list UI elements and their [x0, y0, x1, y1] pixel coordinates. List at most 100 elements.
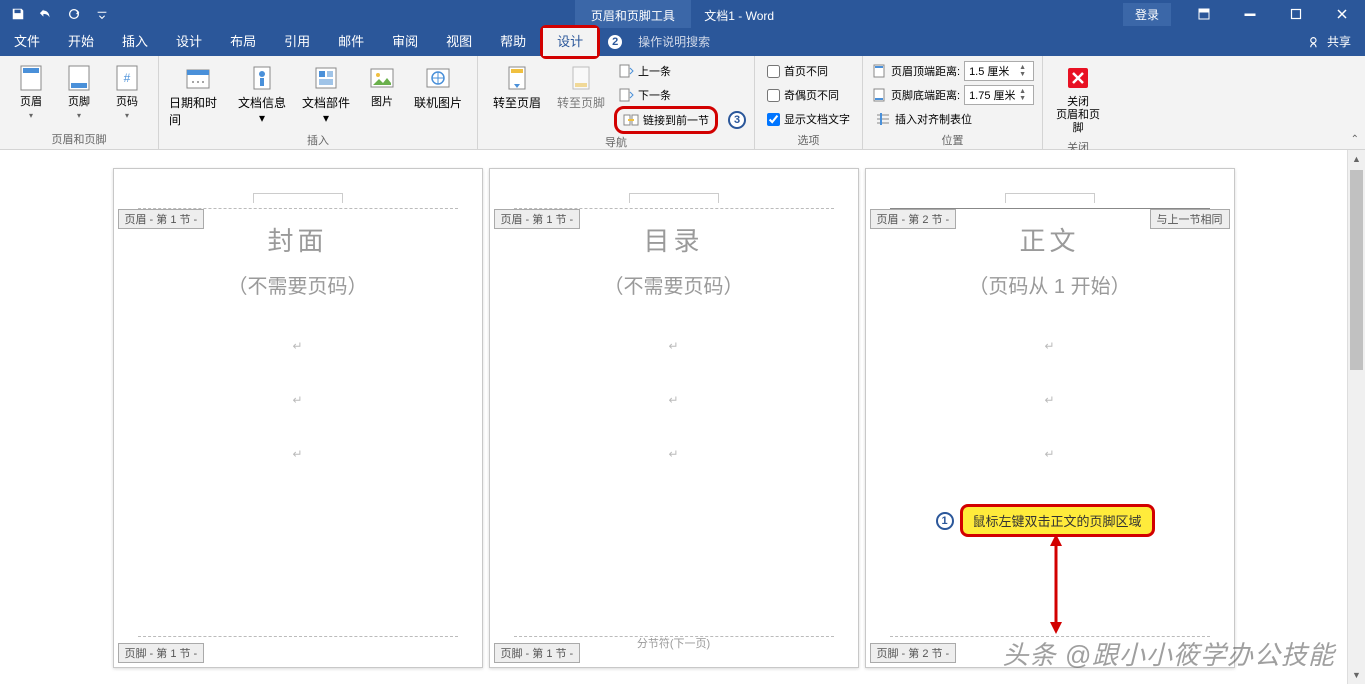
document-area: 页眉 - 第 1 节 - 封面 （不需要页码） ↵↵↵ 页脚 - 第 1 节 -…	[0, 150, 1347, 684]
same-as-previous-tag: 与上一节相同	[1150, 209, 1230, 229]
close-window-button[interactable]	[1319, 0, 1365, 28]
group-options: 首页不同 奇偶页不同 显示文档文字 选项	[755, 56, 863, 149]
link-to-previous-button[interactable]: 链接到前一节	[619, 109, 713, 131]
goto-footer-button[interactable]: 转至页脚	[550, 60, 612, 113]
footer-section-tag: 页脚 - 第 1 节 -	[118, 643, 205, 663]
doc-parts-icon	[310, 62, 342, 94]
page-subtitle: （不需要页码）	[114, 270, 482, 299]
diff-first-checkbox[interactable]: 首页不同	[763, 60, 854, 82]
tab-review[interactable]: 审阅	[378, 28, 432, 56]
footer-dist-icon	[871, 87, 887, 103]
page-subtitle: （不需要页码）	[490, 270, 858, 299]
show-doc-text-checkbox[interactable]: 显示文档文字	[763, 108, 854, 130]
group-navigation: 转至页眉 转至页脚 上一条 下一条	[478, 56, 755, 149]
qat-customize[interactable]	[90, 2, 114, 26]
align-tab-icon	[875, 111, 891, 127]
annotation-number-3: 3	[728, 111, 746, 129]
footer-distance-input[interactable]: 1.75 厘米▲▼	[964, 85, 1034, 105]
maximize-button[interactable]	[1273, 0, 1319, 28]
header-zone[interactable]	[514, 197, 834, 209]
previous-button[interactable]: 上一条	[614, 60, 746, 82]
footer-button[interactable]: 页脚▾	[56, 60, 102, 122]
scroll-thumb[interactable]	[1350, 170, 1363, 370]
next-icon	[618, 87, 634, 103]
ribbon-tabs: 文件 开始 插入 设计 布局 引用 邮件 审阅 视图 帮助 设计 2 操作说明搜…	[0, 28, 1365, 56]
tab-insert[interactable]: 插入	[108, 28, 162, 56]
minimize-button[interactable]	[1227, 0, 1273, 28]
insert-align-tab-button[interactable]: 插入对齐制表位	[871, 108, 1034, 130]
scroll-up-button[interactable]: ▲	[1348, 150, 1365, 168]
contextual-tab-title: 页眉和页脚工具	[575, 0, 691, 28]
tab-file[interactable]: 文件	[0, 28, 54, 56]
svg-text:#: #	[124, 71, 131, 85]
tab-references[interactable]: 引用	[270, 28, 324, 56]
close-hf-button[interactable]: 关闭页眉和页脚	[1051, 60, 1105, 137]
annotation-arrow	[1046, 534, 1066, 634]
prev-icon	[618, 63, 634, 79]
tab-hf-design[interactable]: 设计	[543, 28, 597, 56]
ribbon: 页眉▾ 页脚▾ # 页码▾ 页眉和页脚 日期和时间 文档信息▾	[0, 56, 1365, 150]
online-picture-button[interactable]: 联机图片	[407, 60, 469, 113]
tab-mail[interactable]: 邮件	[324, 28, 378, 56]
header-dist-icon	[871, 63, 887, 79]
save-button[interactable]	[6, 2, 30, 26]
docinfo-button[interactable]: 文档信息▾	[231, 60, 293, 127]
goto-header-button[interactable]: 转至页眉	[486, 60, 548, 113]
tab-design-main[interactable]: 设计	[162, 28, 216, 56]
ribbon-collapse-button[interactable]: ⌃	[1351, 134, 1359, 145]
group-header-footer: 页眉▾ 页脚▾ # 页码▾ 页眉和页脚	[0, 56, 159, 149]
page-number-button[interactable]: # 页码▾	[104, 60, 150, 122]
close-icon	[1062, 62, 1094, 94]
title-bar: 页眉和页脚工具 文档1 - Word 登录	[0, 0, 1365, 28]
header-zone[interactable]	[890, 197, 1210, 209]
header-distance-row: 页眉顶端距离: 1.5 厘米▲▼	[871, 60, 1034, 82]
tell-me-search[interactable]: 操作说明搜索	[624, 28, 724, 56]
diff-odd-even-checkbox[interactable]: 奇偶页不同	[763, 84, 854, 106]
header-zone[interactable]	[138, 197, 458, 209]
page-1[interactable]: 页眉 - 第 1 节 - 封面 （不需要页码） ↵↵↵ 页脚 - 第 1 节 -	[113, 168, 483, 668]
page-2[interactable]: 页眉 - 第 1 节 - 目录 （不需要页码） ↵↵↵ 分节符(下一页) 页脚 …	[489, 168, 859, 668]
watermark: 头条 @跟小小筱学办公技能	[1002, 635, 1335, 672]
tab-view[interactable]: 视图	[432, 28, 486, 56]
document-title: 文档1 - Word	[694, 0, 790, 28]
header-section-tag: 页眉 - 第 2 节 -	[870, 209, 957, 229]
tab-layout[interactable]: 布局	[216, 28, 270, 56]
group-close: 关闭页眉和页脚 关闭	[1043, 56, 1113, 149]
footer-icon	[63, 62, 95, 94]
header-icon	[15, 62, 47, 94]
annotation-number-2: 2	[606, 33, 624, 51]
ribbon-display-button[interactable]	[1181, 0, 1227, 28]
footer-section-tag: 页脚 - 第 1 节 -	[494, 643, 581, 663]
annotation-number-1: 1	[936, 512, 954, 530]
share-button[interactable]: 共享	[1295, 28, 1365, 56]
group-insert: 日期和时间 文档信息▾ 文档部件▾ 图片 联机图片 插入	[159, 56, 478, 149]
docparts-button[interactable]: 文档部件▾	[295, 60, 357, 127]
vertical-scrollbar[interactable]: ▲ ▼	[1347, 150, 1365, 684]
goto-header-icon	[501, 62, 533, 94]
tab-help[interactable]: 帮助	[486, 28, 540, 56]
section-break-label: 分节符(下一页)	[637, 635, 710, 651]
header-distance-input[interactable]: 1.5 厘米▲▼	[964, 61, 1034, 81]
page-3[interactable]: 页眉 - 第 2 节 - 与上一节相同 正文 （页码从 1 开始） ↵↵↵ 1 …	[865, 168, 1235, 668]
header-section-tag: 页眉 - 第 1 节 -	[494, 209, 581, 229]
picture-icon	[366, 62, 398, 94]
tab-home[interactable]: 开始	[54, 28, 108, 56]
header-button[interactable]: 页眉▾	[8, 60, 54, 122]
online-picture-icon	[422, 62, 454, 94]
goto-footer-icon	[565, 62, 597, 94]
undo-button[interactable]	[34, 2, 58, 26]
calendar-icon	[182, 62, 214, 94]
datetime-button[interactable]: 日期和时间	[167, 60, 229, 130]
doc-info-icon	[246, 62, 278, 94]
share-label: 共享	[1327, 28, 1351, 56]
scroll-down-button[interactable]: ▼	[1348, 666, 1365, 684]
footer-distance-row: 页脚底端距离: 1.75 厘米▲▼	[871, 84, 1034, 106]
link-icon	[623, 112, 639, 128]
quick-access-toolbar	[0, 2, 114, 26]
page-number-icon: #	[111, 62, 143, 94]
group-label: 页眉和页脚	[8, 129, 150, 149]
picture-button[interactable]: 图片	[359, 60, 405, 111]
login-button[interactable]: 登录	[1123, 3, 1171, 26]
next-button[interactable]: 下一条	[614, 84, 746, 106]
redo-button[interactable]	[62, 2, 86, 26]
